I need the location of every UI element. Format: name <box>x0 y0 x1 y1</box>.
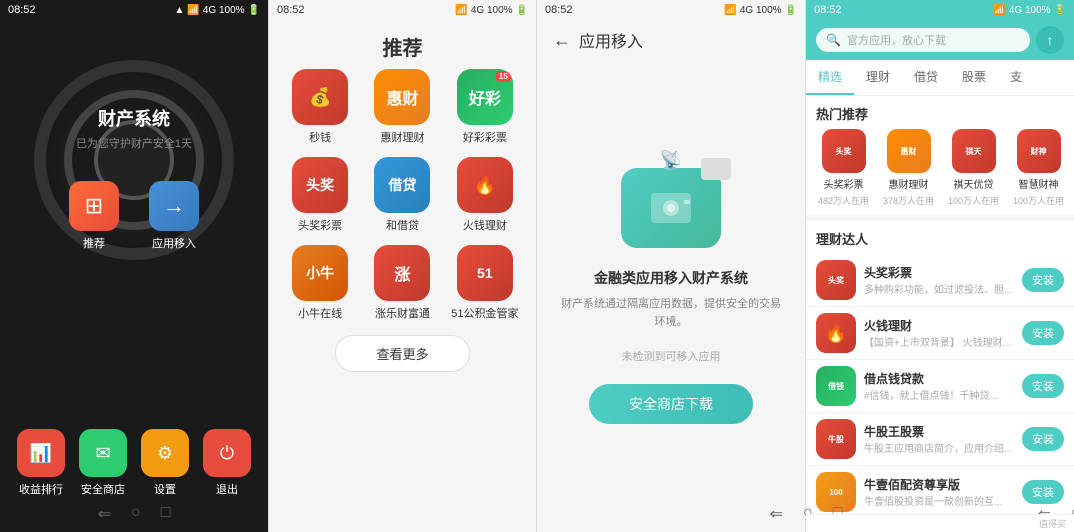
bottom-app-icons: 📊 收益排行 ✉ 安全商店 ⚙ 设置 ⏻ 退出 <box>0 429 268 497</box>
search-bar: 🔍 官方应用，放心下载 ↑ <box>806 20 1074 60</box>
finance-system-title: 财产系统 <box>0 105 268 131</box>
migrate-main-title: 金融类应用移入财产系统 <box>594 268 748 288</box>
time-p1: 08:52 <box>8 4 36 16</box>
earnings-rank-icon: 📊 <box>17 429 65 477</box>
watermark: 值得买 <box>806 514 1074 532</box>
list-section-title: 理财达人 <box>806 221 1074 254</box>
page-title-p3: 应用移入 <box>579 28 643 52</box>
hot-app-qitian[interactable]: 祺天 祺天优贷 100万人在用 <box>946 129 1001 207</box>
grid-app-zhangle-label: 涨乐财富通 <box>375 305 430 321</box>
app-grid: 💰 秒钱 惠财 惠财理财 好彩 15 好彩彩票 头奖 头奖彩票 借贷 <box>269 69 536 321</box>
install-btn-2[interactable]: 安装 <box>1022 374 1064 398</box>
grid-app-haocai-label: 好彩彩票 <box>463 129 507 145</box>
status-bar-p2: 08:52 📶 4G 100% 🔋 <box>269 0 536 20</box>
settings-item[interactable]: ⚙ 设置 <box>141 429 189 497</box>
panel3-main-content: 📡 金融类应用移入财产系统 财产系统通过隔离应用数据，提供安全的交易环境。 未检… <box>537 60 805 532</box>
grid-app-huoqian[interactable]: 🔥 火钱理财 <box>450 157 520 233</box>
earnings-rank-item[interactable]: 📊 收益排行 <box>17 429 65 497</box>
grid-app-51-label: 51公积金管家 <box>451 305 518 321</box>
panel3-header: ← 应用移入 <box>537 20 805 60</box>
safe-illustration: 📡 <box>621 168 721 248</box>
tab-licai[interactable]: 理财 <box>854 60 902 95</box>
install-btn-0[interactable]: 安装 <box>1022 268 1064 292</box>
nav-bar-p2: ⇐ ○ □ <box>269 504 536 524</box>
app-migrate-icon-item[interactable]: → 应用移入 <box>149 181 199 251</box>
tab-gupiao[interactable]: 股票 <box>950 60 998 95</box>
install-btn-3[interactable]: 安装 <box>1022 427 1064 451</box>
migrate-desc: 财产系统通过隔离应用数据，提供安全的交易环境。 <box>557 296 785 331</box>
recommend-page-title: 推荐 <box>269 20 536 69</box>
time-p3: 08:52 <box>545 4 573 16</box>
grid-app-hedai-label: 和借贷 <box>386 217 419 233</box>
tab-jingxuan[interactable]: 精选 <box>806 60 854 95</box>
grid-app-huicai-label: 惠财理财 <box>380 129 424 145</box>
grid-app-haocai[interactable]: 好彩 15 好彩彩票 <box>450 69 520 145</box>
list-item-1[interactable]: 🔥 火钱理财 【国资+上市双背景】 火钱理财... 安装 <box>806 307 1074 360</box>
grid-app-huicai[interactable]: 惠财 惠财理财 <box>367 69 437 145</box>
panel-app-migrate: 08:52 📶 4G 100% 🔋 ← 应用移入 📡 金融类应用移入财产系统 财… <box>536 0 805 532</box>
migrate-status-text: 未检测到可移入应用 <box>622 348 721 364</box>
hot-apps-row: 头奖 头奖彩票 482万人在用 惠财 惠财理财 378万人在用 祺天 祺天优贷 … <box>806 129 1074 215</box>
recommend-icon-item[interactable]: ⊞ 推荐 <box>69 181 119 251</box>
hot-app-zhihui[interactable]: 财神 智慧财神 100万人在用 <box>1011 129 1066 207</box>
exit-label: 退出 <box>216 481 238 497</box>
see-more-button[interactable]: 查看更多 <box>335 335 469 372</box>
list-item-0[interactable]: 头奖 头奖彩票 多种购彩功能，如过滤投法、胆... 安装 <box>806 254 1074 307</box>
grid-app-miaoqian[interactable]: 💰 秒钱 <box>285 69 355 145</box>
panel-app-store: 08:52 📶 4G 100% 🔋 🔍 官方应用，放心下载 ↑ 精选 理财 借贷… <box>805 0 1074 532</box>
tab-jiedai[interactable]: 借贷 <box>902 60 950 95</box>
settings-label: 设置 <box>154 481 176 497</box>
app-migrate-label: 应用移入 <box>152 235 196 251</box>
search-input-box[interactable]: 🔍 官方应用，放心下载 <box>816 28 1030 52</box>
search-icon: 🔍 <box>826 33 841 47</box>
settings-icon: ⚙ <box>141 429 189 477</box>
exit-item[interactable]: ⏻ 退出 <box>203 429 251 497</box>
hot-section-title: 热门推荐 <box>806 96 1074 129</box>
finance-system-subtitle: 已为您守护财产安全1天 <box>0 135 268 151</box>
safe-store-item[interactable]: ✉ 安全商店 <box>79 429 127 497</box>
search-placeholder: 官方应用，放心下载 <box>847 32 946 48</box>
back-button[interactable]: ← <box>553 30 571 51</box>
tab-zhi[interactable]: 支 <box>998 60 1034 95</box>
grid-app-miaoqian-label: 秒钱 <box>309 129 331 145</box>
exit-icon: ⏻ <box>203 429 251 477</box>
panel-recommend: 08:52 📶 4G 100% 🔋 推荐 💰 秒钱 惠财 惠财理财 好彩 15 <box>268 0 536 532</box>
install-btn-4[interactable]: 安装 <box>1022 480 1064 504</box>
grid-app-zhangle[interactable]: 涨 涨乐财富通 <box>367 245 437 321</box>
safe-svg <box>646 188 696 228</box>
grid-app-toutou-label: 头奖彩票 <box>298 217 342 233</box>
app-list: 头奖 头奖彩票 多种购彩功能，如过滤投法、胆... 安装 🔥 火钱理财 【国资+… <box>806 254 1074 514</box>
grid-app-huoqian-label: 火钱理财 <box>463 217 507 233</box>
grid-app-51[interactable]: 51 51公积金管家 <box>450 245 520 321</box>
app-migrate-icon: → <box>149 181 199 231</box>
store-tabs: 精选 理财 借贷 股票 支 <box>806 60 1074 96</box>
status-bar-p4: 08:52 📶 4G 100% 🔋 <box>806 0 1074 20</box>
top-app-icons: ⊞ 推荐 → 应用移入 <box>0 181 268 251</box>
status-icons-p1: ▲ 📶 4G 100% 🔋 <box>174 5 260 16</box>
list-item-3[interactable]: 牛股 牛股王股票 牛股王应用商店简介，应用介绍... 安装 <box>806 413 1074 466</box>
earnings-rank-label: 收益排行 <box>19 481 63 497</box>
time-p2: 08:52 <box>277 4 305 16</box>
recommend-icon: ⊞ <box>69 181 119 231</box>
grid-app-toutou[interactable]: 头奖 头奖彩票 <box>285 157 355 233</box>
safe-store-label: 安全商店 <box>81 481 125 497</box>
panel-finance-system: 08:52 ▲ 📶 4G 100% 🔋 财产系统 已为您守护财产安全1天 ⊞ 推… <box>0 0 268 532</box>
status-bar-p3: 08:52 📶 4G 100% 🔋 <box>537 0 805 20</box>
nav-bar-p1: ⇐ ○ □ <box>0 504 268 524</box>
grid-app-hedai[interactable]: 借贷 和借贷 <box>367 157 437 233</box>
status-bar-p1: 08:52 ▲ 📶 4G 100% 🔋 <box>0 0 268 20</box>
download-button[interactable]: 安全商店下载 <box>589 384 753 424</box>
grid-app-xiaoniu-label: 小牛在线 <box>298 305 342 321</box>
install-btn-1[interactable]: 安装 <box>1022 321 1064 345</box>
list-item-2[interactable]: 借钱 借点钱贷款 #信钱，就上借点钱！千种贷... 安装 <box>806 360 1074 413</box>
grid-app-xiaoniu[interactable]: 小牛 小牛在线 <box>285 245 355 321</box>
time-p4: 08:52 <box>814 4 842 16</box>
upload-button[interactable]: ↑ <box>1036 26 1064 54</box>
hot-app-huicai[interactable]: 惠财 惠财理财 378万人在用 <box>881 129 936 207</box>
recommend-label: 推荐 <box>83 235 105 251</box>
safe-store-icon: ✉ <box>79 429 127 477</box>
hot-app-toutou[interactable]: 头奖 头奖彩票 482万人在用 <box>816 129 871 207</box>
